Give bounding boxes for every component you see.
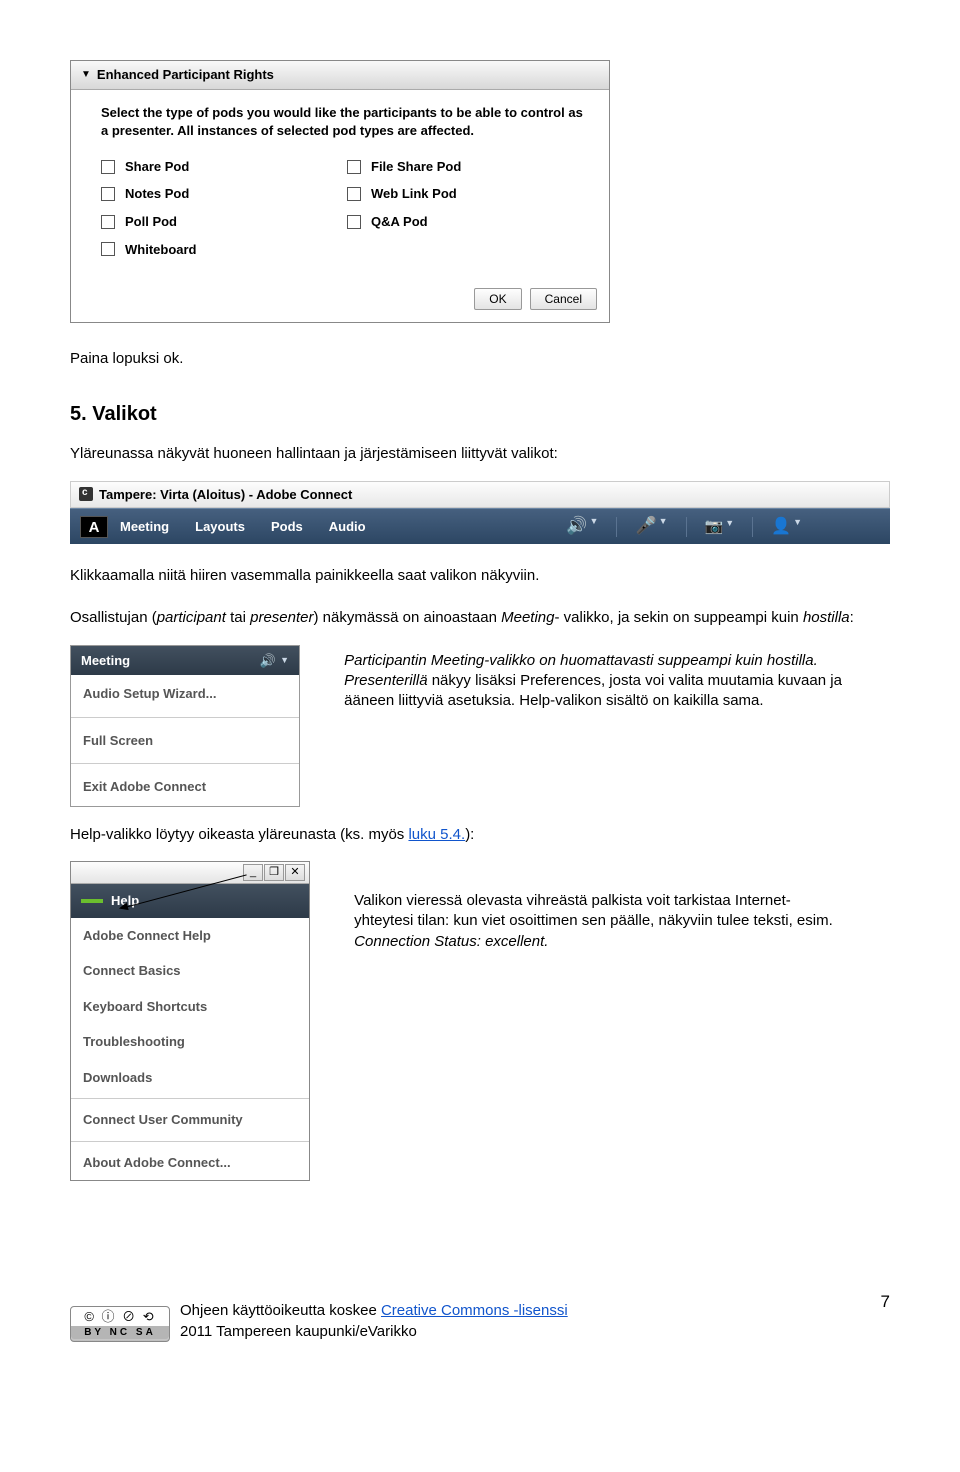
- menu-item-about[interactable]: About Adobe Connect...: [71, 1145, 309, 1181]
- explanation-text: Participantin Meeting-valikko on huomatt…: [344, 651, 844, 712]
- dialog-description: Select the type of pods you would like t…: [101, 104, 593, 140]
- page-footer: © ⓘ ⊘ ⟲ BY NC SA Ohjeen käyttöoikeutta k…: [70, 1301, 890, 1342]
- adobe-connect-logo-icon: [79, 487, 93, 501]
- cc-text: BY NC SA: [71, 1326, 169, 1340]
- dialog-title-text: Enhanced Participant Rights: [97, 66, 274, 84]
- camera-control[interactable]: 📷▼: [705, 517, 735, 537]
- menu-item-downloads[interactable]: Downloads: [71, 1060, 309, 1096]
- pod-label: Notes Pod: [125, 185, 189, 203]
- cancel-button[interactable]: Cancel: [530, 288, 597, 310]
- menu-layouts[interactable]: Layouts: [195, 518, 245, 536]
- speaker-icon: 🔊: [260, 652, 276, 670]
- ok-button[interactable]: OK: [474, 288, 521, 310]
- connection-status-indicator[interactable]: [81, 899, 103, 903]
- menu-item-exit[interactable]: Exit Adobe Connect: [71, 768, 299, 806]
- pod-label: Poll Pod: [125, 213, 177, 231]
- meeting-menu-header[interactable]: Meeting 🔊▼: [71, 646, 299, 676]
- menu-separator: [71, 717, 299, 718]
- pod-label: Web Link Pod: [371, 185, 457, 203]
- page-number: 7: [881, 1291, 890, 1314]
- checkbox-web-link-pod[interactable]: [347, 187, 361, 201]
- pod-label: Share Pod: [125, 158, 189, 176]
- cc-icons: © ⓘ ⊘ ⟲: [84, 1308, 155, 1326]
- microphone-icon: 🎤: [635, 515, 656, 538]
- cc-license-link[interactable]: Creative Commons -lisenssi: [381, 1302, 568, 1319]
- menu-separator: [71, 1098, 309, 1099]
- checkbox-whiteboard[interactable]: [101, 242, 115, 256]
- menu-item-user-community[interactable]: Connect User Community: [71, 1102, 309, 1138]
- meeting-menu-panel: Meeting 🔊▼ Audio Setup Wizard... Full Sc…: [70, 645, 300, 807]
- menu-audio[interactable]: Audio: [329, 518, 366, 536]
- close-button[interactable]: ✕: [285, 864, 305, 881]
- participant-rights-dialog: ▼ Enhanced Participant Rights Select the…: [70, 60, 610, 323]
- meeting-label: Meeting: [81, 652, 130, 670]
- checkbox-share-pod[interactable]: [101, 160, 115, 174]
- divider: [752, 517, 753, 537]
- camera-icon: 📷: [705, 517, 724, 537]
- checkbox-qa-pod[interactable]: [347, 215, 361, 229]
- menu-item-connect-basics[interactable]: Connect Basics: [71, 953, 309, 989]
- footer-text: Ohjeen käyttöoikeutta koskee Creative Co…: [180, 1301, 568, 1342]
- minimize-button[interactable]: _: [243, 864, 263, 881]
- instruction-text: Paina lopuksi ok.: [70, 349, 890, 369]
- checkbox-file-share-pod[interactable]: [347, 160, 361, 174]
- dropdown-icon: ▼: [280, 654, 289, 666]
- raise-hand-control[interactable]: 👤▼: [771, 516, 802, 538]
- adobe-logo-icon: A: [80, 516, 108, 538]
- dropdown-icon: ▼: [725, 517, 734, 537]
- menu-meeting[interactable]: Meeting: [120, 518, 169, 536]
- link-chapter-5-4[interactable]: luku 5.4.: [408, 826, 465, 843]
- mic-control[interactable]: 🎤▼: [635, 515, 667, 538]
- menu-pods[interactable]: Pods: [271, 518, 303, 536]
- section-heading: 5. Valikot: [70, 401, 890, 428]
- chevron-down-icon: ▼: [81, 68, 91, 82]
- divider: [686, 517, 687, 537]
- window-titlebar: Tampere: Virta (Aloitus) - Adobe Connect: [70, 481, 890, 509]
- menu-separator: [71, 763, 299, 764]
- dropdown-icon: ▼: [590, 515, 599, 538]
- pod-label: Q&A Pod: [371, 213, 428, 231]
- menubar: A Meeting Layouts Pods Audio 🔊▼ 🎤▼ 📷▼ 👤▼: [70, 508, 890, 544]
- menu-item-full-screen[interactable]: Full Screen: [71, 722, 299, 760]
- body-text: Yläreunassa näkyvät huoneen hallintaan j…: [70, 444, 890, 464]
- body-text: Osallistujan (participant tai presenter)…: [70, 608, 890, 628]
- menu-item-troubleshooting[interactable]: Troubleshooting: [71, 1024, 309, 1060]
- checkbox-notes-pod[interactable]: [101, 187, 115, 201]
- adobe-connect-toolbar: Tampere: Virta (Aloitus) - Adobe Connect…: [70, 481, 890, 544]
- creative-commons-badge: © ⓘ ⊘ ⟲ BY NC SA: [70, 1306, 170, 1342]
- window-controls: _ ❐ ✕: [71, 862, 309, 884]
- menu-item-audio-setup[interactable]: Audio Setup Wizard...: [71, 675, 299, 713]
- maximize-button[interactable]: ❐: [264, 864, 284, 881]
- help-menu-panel: _ ❐ ✕ Help Adobe Connect Help Connect Ba…: [70, 861, 310, 1181]
- speaker-control[interactable]: 🔊▼: [260, 652, 289, 670]
- body-text: Klikkaamalla niitä hiiren vasemmalla pai…: [70, 566, 890, 586]
- body-text: Help-valikko löytyy oikeasta yläreunasta…: [70, 825, 890, 845]
- explanation-text: Valikon vieressä olevasta vihreästä palk…: [354, 891, 834, 952]
- dropdown-icon: ▼: [659, 515, 668, 538]
- window-title: Tampere: Virta (Aloitus) - Adobe Connect: [99, 486, 352, 504]
- menu-item-connect-help[interactable]: Adobe Connect Help: [71, 918, 309, 954]
- pod-label: File Share Pod: [371, 158, 461, 176]
- copyright-text: 2011 Tampereen kaupunki/eVarikko: [180, 1322, 568, 1342]
- person-icon: 👤: [771, 516, 791, 538]
- dialog-titlebar: ▼ Enhanced Participant Rights: [71, 61, 609, 90]
- checkbox-poll-pod[interactable]: [101, 215, 115, 229]
- menu-item-keyboard-shortcuts[interactable]: Keyboard Shortcuts: [71, 989, 309, 1025]
- divider: [616, 517, 617, 537]
- pod-label: Whiteboard: [125, 241, 197, 259]
- dropdown-icon: ▼: [793, 516, 802, 538]
- speaker-control[interactable]: 🔊▼: [566, 515, 598, 538]
- menu-separator: [71, 1141, 309, 1142]
- speaker-icon: 🔊: [566, 515, 587, 538]
